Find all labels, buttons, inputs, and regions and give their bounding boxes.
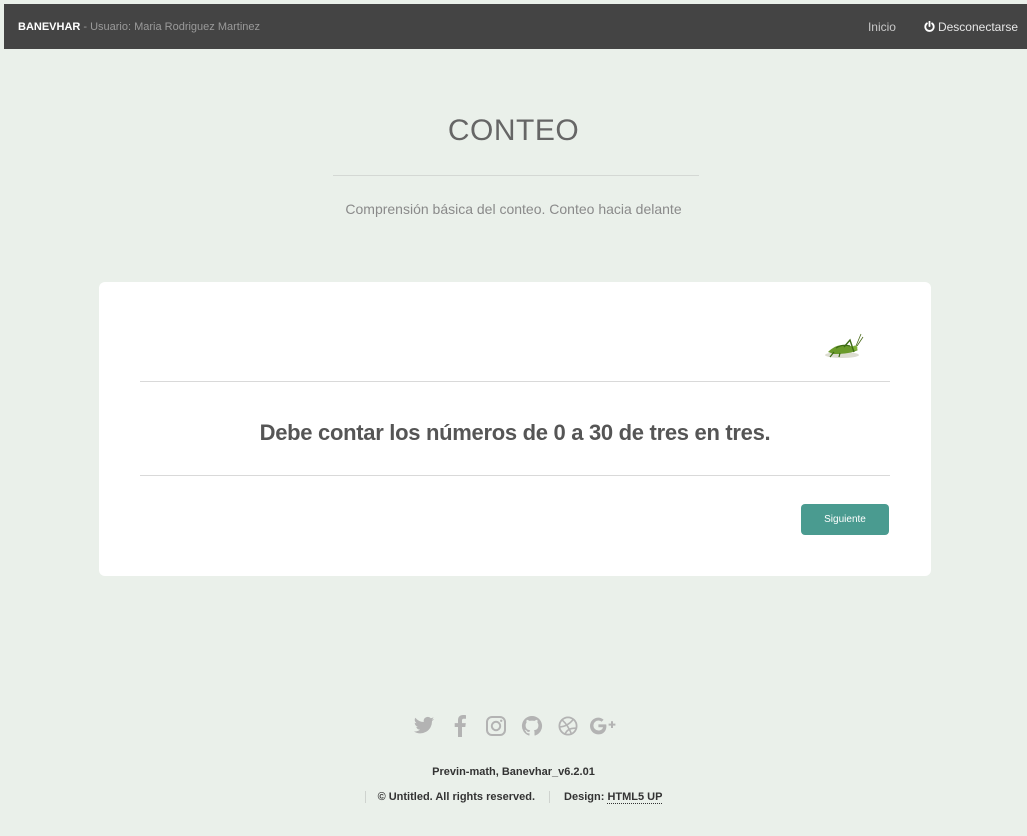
- copyright-text: © Untitled. All rights reserved.: [364, 791, 549, 803]
- page-subtitle: Comprensión básica del conteo. Conteo ha…: [345, 201, 682, 217]
- exercise-card: Debe contar los números de 0 a 30 de tre…: [99, 282, 931, 576]
- design-credit: Design: HTML5 UP: [549, 791, 663, 804]
- current-user-label: - Usuario: Maria Rodriguez Martinez: [83, 20, 261, 33]
- design-label: Design:: [564, 791, 608, 803]
- brand-name: BANEVHAR: [18, 20, 81, 33]
- footer-credits: © Untitled. All rights reserved. Design:…: [0, 791, 1027, 804]
- instagram-icon[interactable]: [481, 711, 511, 741]
- social-icons: [0, 711, 1027, 741]
- facebook-icon[interactable]: [445, 711, 475, 741]
- dribbble-icon[interactable]: [553, 711, 583, 741]
- logout-label: Desconectarse: [937, 19, 1018, 34]
- power-icon: [924, 21, 935, 32]
- version-text: Previn-math, Banevhar_v6.2.01: [432, 766, 595, 778]
- top-navigation-bar: BANEVHAR - Usuario: Maria Rodriguez Mart…: [4, 4, 1027, 49]
- title-divider: [333, 175, 699, 176]
- card-divider-top: [140, 381, 890, 382]
- grasshopper-icon: [825, 333, 864, 358]
- home-link[interactable]: Inicio: [868, 20, 896, 34]
- page-title: CONTEO: [447, 114, 580, 147]
- exercise-instruction: Debe contar los números de 0 a 30 de tre…: [259, 420, 771, 445]
- card-divider-bottom: [140, 475, 890, 476]
- design-link[interactable]: HTML5 UP: [607, 791, 663, 804]
- google-plus-icon[interactable]: [589, 711, 619, 741]
- nav-right: Inicio Desconectarse: [868, 20, 1018, 34]
- logout-link[interactable]: Desconectarse: [924, 20, 1018, 34]
- github-icon[interactable]: [517, 711, 547, 741]
- twitter-icon[interactable]: [409, 711, 439, 741]
- next-button[interactable]: Siguiente: [801, 504, 889, 535]
